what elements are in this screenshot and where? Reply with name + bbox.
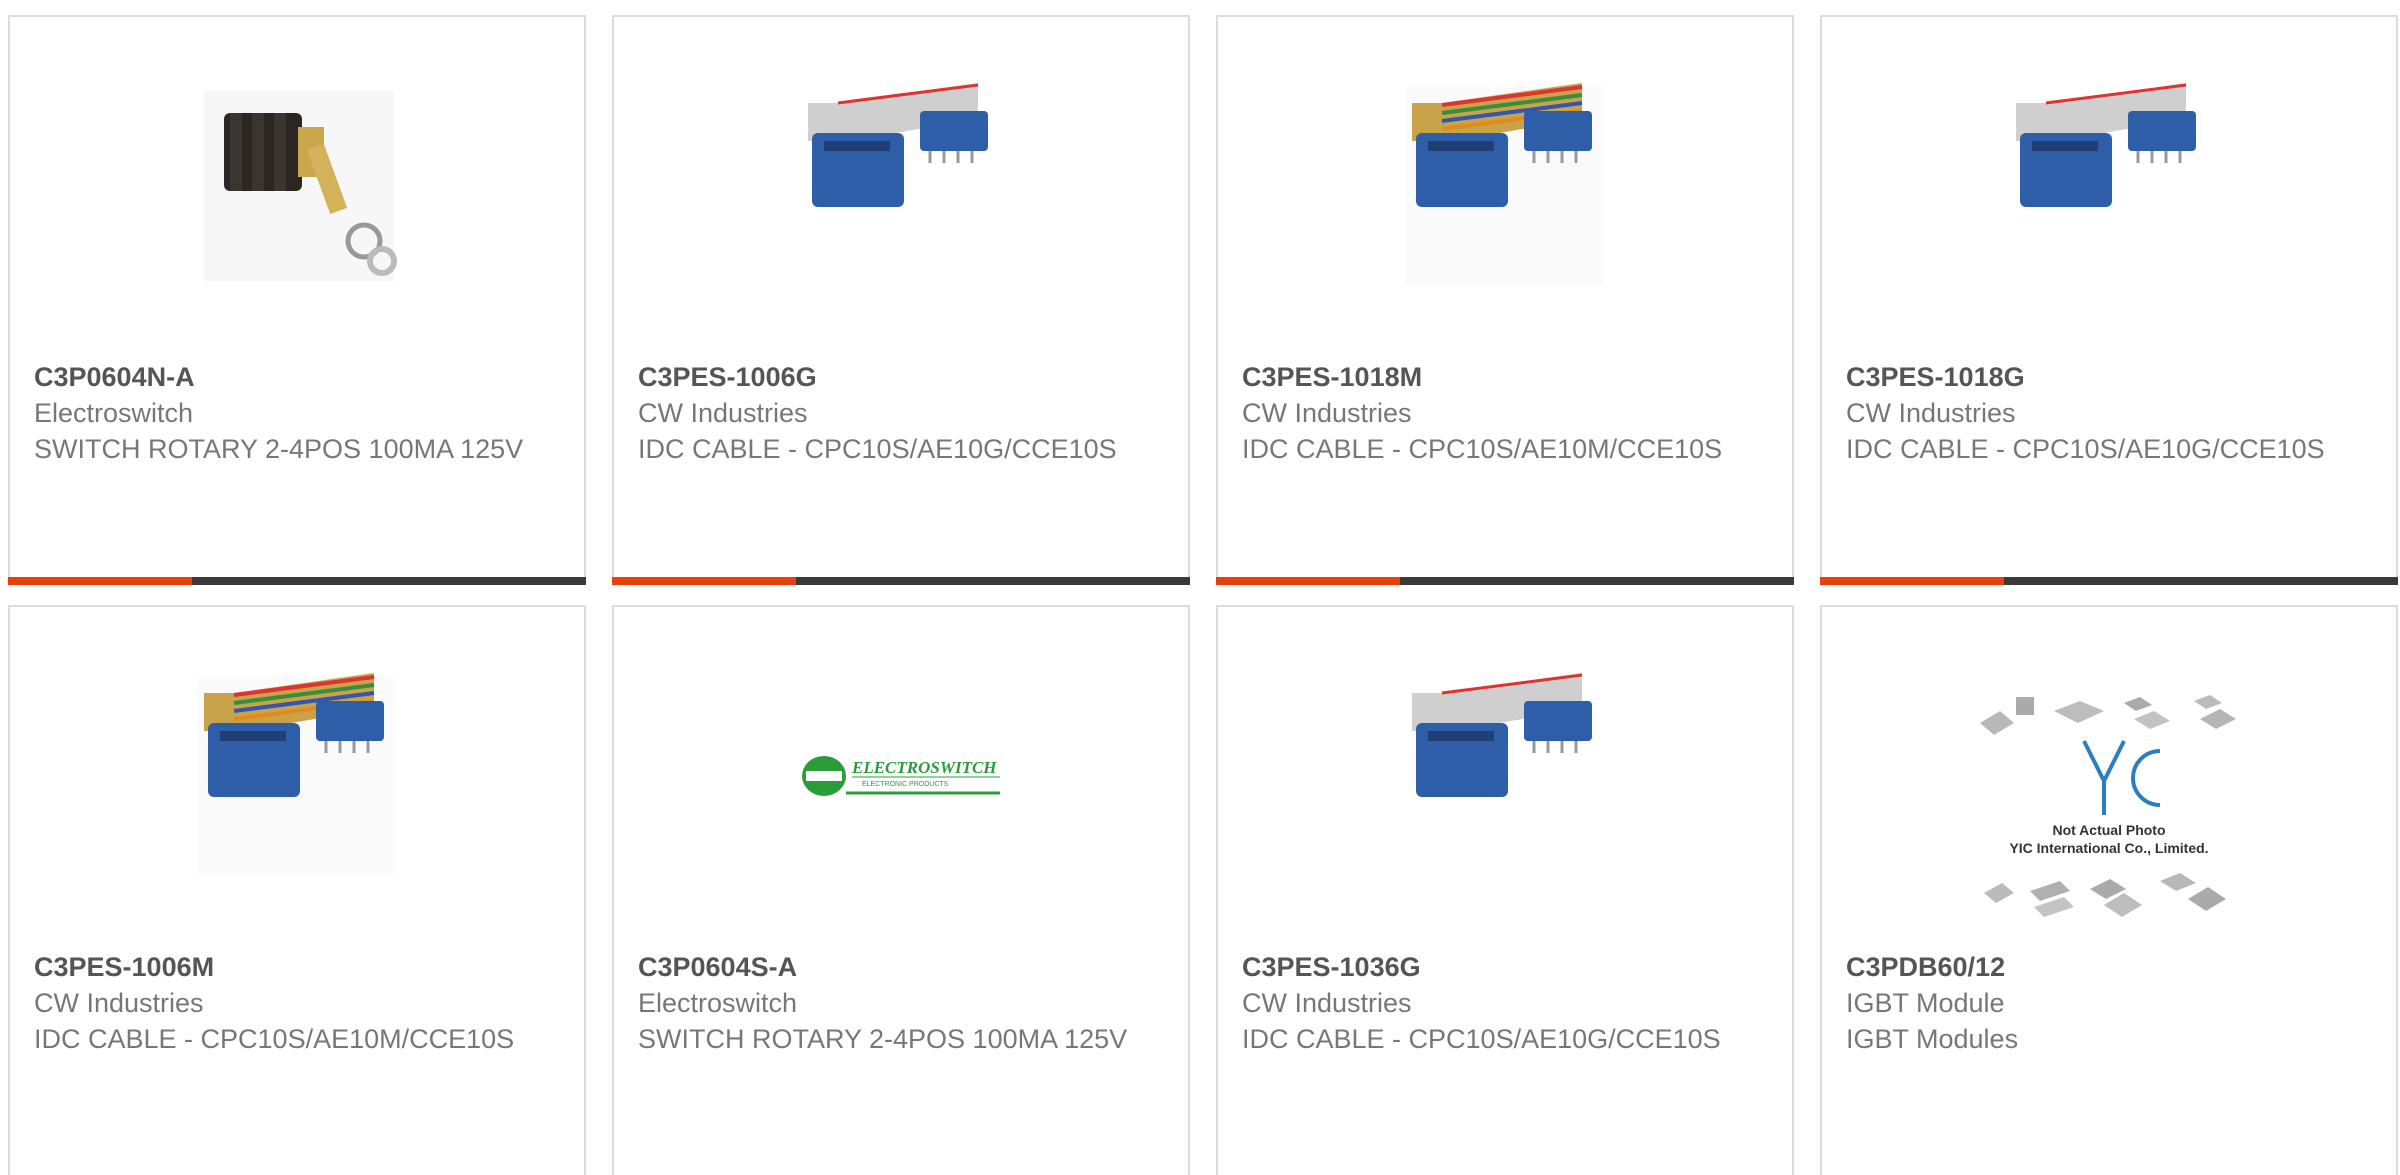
product-card[interactable]: C3PES-1006G CW Industries IDC CABLE - CP… xyxy=(612,15,1190,585)
product-card[interactable]: Not Actual Photo YIC International Co., … xyxy=(1820,605,2398,1175)
product-card[interactable]: C3PES-1018G CW Industries IDC CABLE - CP… xyxy=(1820,15,2398,585)
description: IDC CABLE - CPC10S/AE10M/CCE10S xyxy=(34,1024,515,1054)
part-number[interactable]: C3PES-1036G xyxy=(1242,949,1772,985)
idc-cable-image xyxy=(194,673,400,879)
product-card[interactable]: C3P0604N-A Electroswitch SWITCH ROTARY 2… xyxy=(8,15,586,585)
placeholder-caption: Not Actual Photo xyxy=(2052,822,2165,838)
part-number[interactable]: C3PDB60/12 xyxy=(1846,949,2376,985)
idc-cable-image xyxy=(1402,673,1608,879)
part-number[interactable]: C3PES-1018G xyxy=(1846,359,2376,395)
part-number[interactable]: C3PES-1018M xyxy=(1242,359,1772,395)
description: IDC CABLE - CPC10S/AE10G/CCE10S xyxy=(638,434,1117,464)
manufacturer: IGBT Module xyxy=(1846,988,2005,1018)
manufacturer: CW Industries xyxy=(1846,398,2016,428)
manufacturer: CW Industries xyxy=(34,988,204,1018)
electroswitch-subtitle: ELECTRONIC PRODUCTS xyxy=(862,781,949,788)
description: IDC CABLE - CPC10S/AE10M/CCE10S xyxy=(1242,434,1723,464)
description: IGBT Modules xyxy=(1846,1024,2019,1054)
idc-cable-image xyxy=(1402,83,1608,289)
manufacturer: CW Industries xyxy=(1242,398,1412,428)
not-actual-photo-placeholder: Not Actual Photo YIC International Co., … xyxy=(1974,693,2244,943)
card-footer-bar xyxy=(612,577,1190,585)
description: SWITCH ROTARY 2-4POS 100MA 125V xyxy=(638,1024,1128,1054)
manufacturer: CW Industries xyxy=(638,398,808,428)
manufacturer: Electroswitch xyxy=(34,398,194,428)
part-number[interactable]: C3P0604N-A xyxy=(34,359,564,395)
product-grid: C3P0604N-A Electroswitch SWITCH ROTARY 2… xyxy=(8,15,2398,1175)
product-card[interactable]: C3PES-1018M CW Industries IDC CABLE - CP… xyxy=(1216,15,1794,585)
idc-cable-image xyxy=(2006,83,2212,289)
description: SWITCH ROTARY 2-4POS 100MA 125V xyxy=(34,434,524,464)
card-footer-bar xyxy=(8,577,586,585)
product-card[interactable]: ELECTROSWITCH ELECTRONIC PRODUCTS C3P060… xyxy=(612,605,1190,1175)
manufacturer: Electroswitch xyxy=(638,988,798,1018)
electroswitch-logo: ELECTROSWITCH ELECTRONIC PRODUCTS xyxy=(798,673,1004,879)
part-number[interactable]: C3PES-1006M xyxy=(34,949,564,985)
card-footer-bar xyxy=(1820,577,2398,585)
manufacturer: CW Industries xyxy=(1242,988,1412,1018)
description: IDC CABLE - CPC10S/AE10G/CCE10S xyxy=(1242,1024,1721,1054)
rotary-switch-image xyxy=(194,83,400,289)
product-card[interactable]: C3PES-1036G CW Industries IDC CABLE - CP… xyxy=(1216,605,1794,1175)
card-footer-bar xyxy=(1216,577,1794,585)
electroswitch-wordmark: ELECTROSWITCH xyxy=(851,758,997,777)
part-number[interactable]: C3P0604S-A xyxy=(638,949,1168,985)
description: IDC CABLE - CPC10S/AE10G/CCE10S xyxy=(1846,434,2325,464)
part-number[interactable]: C3PES-1006G xyxy=(638,359,1168,395)
idc-cable-image xyxy=(798,83,1004,289)
product-card[interactable]: C3PES-1006M CW Industries IDC CABLE - CP… xyxy=(8,605,586,1175)
placeholder-company: YIC International Co., Limited. xyxy=(2009,840,2208,856)
